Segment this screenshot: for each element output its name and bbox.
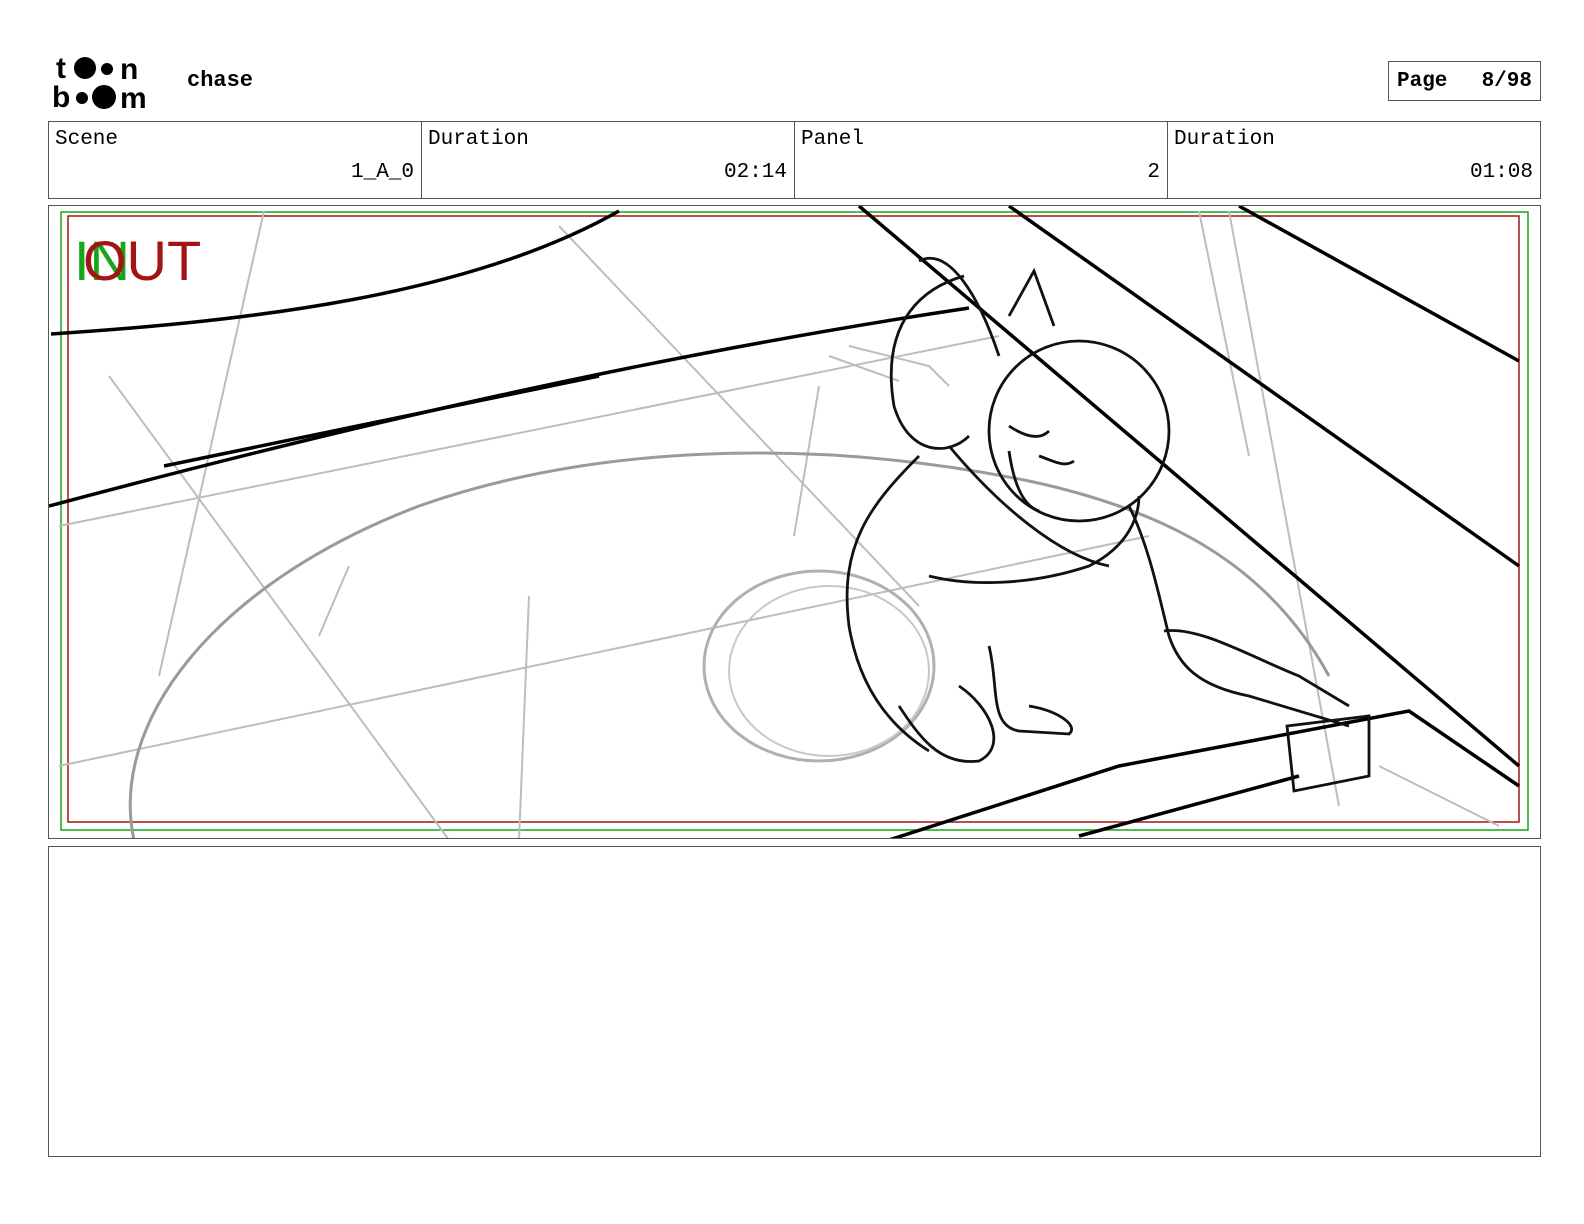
toon-boom-logo: t n b m	[52, 52, 164, 115]
panel-duration-label: Duration	[1174, 128, 1275, 151]
page-label: Page	[1397, 69, 1448, 93]
panel-notes-box	[48, 846, 1541, 1157]
scene-cell: Scene 1_A_0	[49, 122, 422, 198]
in-safe-frame	[60, 211, 1529, 831]
svg-text:b: b	[52, 81, 70, 110]
scene-value: 1_A_0	[350, 161, 414, 184]
panel-value: 2	[1147, 161, 1160, 184]
storyboard-panel: IN OUT	[48, 205, 1541, 839]
svg-text:m: m	[120, 82, 147, 110]
panel-label: Panel	[801, 128, 865, 151]
panel-duration-cell: Duration 01:08	[1168, 122, 1540, 198]
scene-label: Scene	[55, 128, 119, 151]
project-title: chase	[187, 68, 254, 93]
panel-cell: Panel 2	[795, 122, 1168, 198]
panel-sketch	[49, 206, 1529, 838]
character-sketch	[845, 257, 1371, 793]
panel-duration-value: 01:08	[1469, 161, 1533, 184]
out-marker: OUT	[83, 229, 202, 292]
page-indicator: Page 8/98	[1388, 61, 1541, 101]
environment-lines	[49, 206, 1521, 838]
scene-duration-label: Duration	[428, 128, 529, 151]
scene-duration-value: 02:14	[723, 161, 787, 184]
scene-duration-cell: Duration 02:14	[422, 122, 795, 198]
panel-info-row: Scene 1_A_0 Duration 02:14 Panel 2 Durat…	[48, 121, 1541, 199]
page-number: 8/98	[1481, 69, 1532, 93]
